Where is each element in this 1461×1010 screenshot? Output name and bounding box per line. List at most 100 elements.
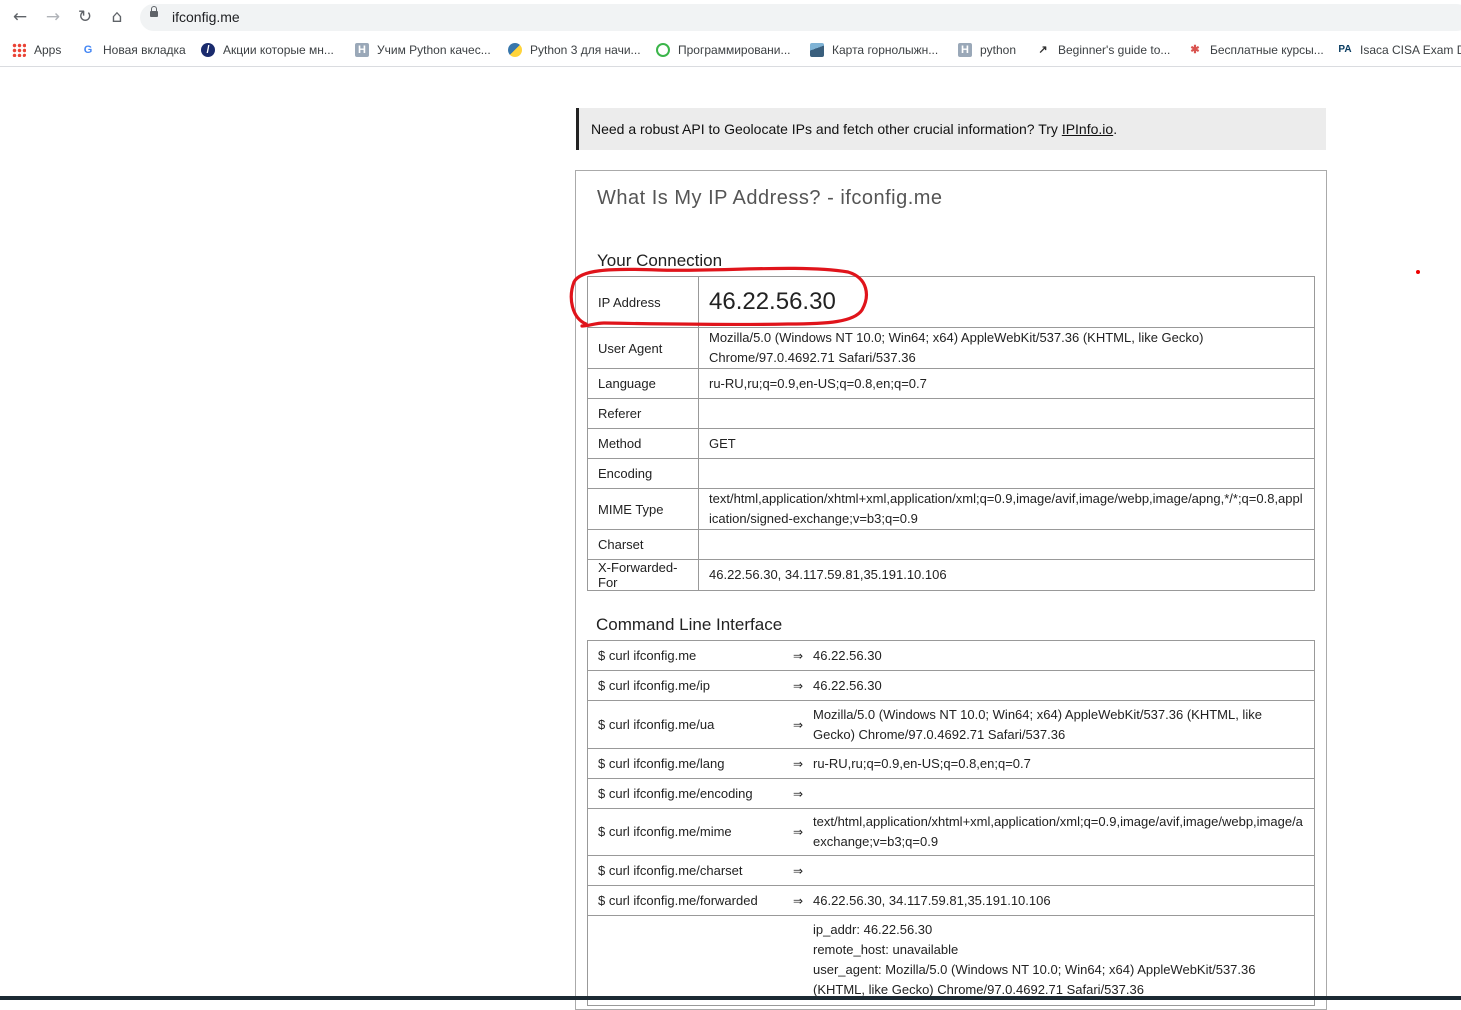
bookmark-new-tab[interactable]: G Новая вкладка xyxy=(81,40,186,60)
arrow-icon: ⇒ xyxy=(793,748,803,779)
arrow-icon: ⇒ xyxy=(793,640,803,671)
ipinfo-link[interactable]: IPInfo.io xyxy=(1062,121,1113,137)
promo-suffix: . xyxy=(1113,121,1118,137)
promo-banner: Need a robust API to Geolocate IPs and f… xyxy=(576,108,1326,150)
address-bar[interactable]: ifconfig.me xyxy=(140,4,1461,31)
cli-title: Command Line Interface xyxy=(596,615,783,634)
bookmark-ski-map[interactable]: Карта горнолыжн... xyxy=(810,40,938,60)
table-row: $ curl ifconfig.me ⇒ 46.22.56.30 xyxy=(587,640,1315,671)
row-key: MIME Type xyxy=(587,488,699,530)
cli-output: 46.22.56.30, 34.117.59.81,35.191.10.106 xyxy=(803,885,1315,916)
cli-command: $ curl ifconfig.me xyxy=(587,640,793,671)
google-icon: G xyxy=(83,44,93,56)
cli-output-line: user_agent: Mozilla/5.0 (Windows NT 10.0… xyxy=(813,962,1256,997)
cli-command: $ curl ifconfig.me/encoding xyxy=(587,778,793,809)
cli-command: $ curl ifconfig.me/mime xyxy=(587,808,793,856)
table-row: Method GET xyxy=(587,428,1315,459)
bookmark-label: Apps xyxy=(34,43,62,57)
cli-output-line: exchange;v=b3;q=0.9 xyxy=(813,834,939,849)
row-value: 46.22.56.30, 34.117.59.81,35.191.10.106 xyxy=(698,559,1315,591)
bookmark-beginners-guide[interactable]: ↗ Beginner's guide to... xyxy=(1036,40,1170,60)
table-row: $ curl ifconfig.me/mime ⇒ text/html,appl… xyxy=(587,808,1315,856)
arrow-icon: ⇒ xyxy=(793,808,803,856)
table-row: User Agent Mozilla/5.0 (Windows NT 10.0;… xyxy=(587,327,1315,369)
table-row: Charset xyxy=(587,529,1315,560)
row-value: GET xyxy=(698,428,1315,459)
promo-message: Need a robust API to Geolocate IPs and f… xyxy=(591,121,1062,137)
bookmark-label: Учим Python качес... xyxy=(377,43,491,57)
back-icon[interactable]: ← xyxy=(9,6,31,28)
arrow-icon: ⇒ xyxy=(793,700,803,749)
bookmark-python[interactable]: H python xyxy=(958,40,1016,60)
bookmark-label: Программировани... xyxy=(678,43,791,57)
row-key: Referer xyxy=(587,398,699,429)
lock-icon xyxy=(150,6,158,17)
promo-text: Need a robust API to Geolocate IPs and f… xyxy=(591,121,1117,137)
bookmark-python3[interactable]: Python 3 для начи... xyxy=(508,40,641,60)
bookmark-label: Python 3 для начи... xyxy=(530,43,641,57)
cli-output: ru-RU,ru;q=0.9,en-US;q=0.8,en;q=0.7 xyxy=(803,748,1315,779)
bookmark-free-courses[interactable]: ✱ Бесплатные курсы... xyxy=(1188,40,1323,60)
row-key: User Agent xyxy=(587,327,699,369)
row-value xyxy=(698,458,1315,489)
cli-output: 46.22.56.30 xyxy=(803,670,1315,701)
table-row: ip_addr: 46.22.56.30 remote_host: unavai… xyxy=(587,915,1315,1006)
spider-icon: ✱ xyxy=(1190,44,1200,56)
table-row: $ curl ifconfig.me/encoding ⇒ xyxy=(587,778,1315,809)
forward-icon[interactable]: → xyxy=(42,6,64,28)
pa-logo-icon: PA xyxy=(1338,44,1352,55)
row-value: text/html,application/xhtml+xml,applicat… xyxy=(698,488,1315,530)
cli-output: Mozilla/5.0 (Windows NT 10.0; Win64; x64… xyxy=(803,700,1315,749)
cli-command: $ curl ifconfig.me/ua xyxy=(587,700,793,749)
table-row: $ curl ifconfig.me/forwarded ⇒ 46.22.56.… xyxy=(587,885,1315,916)
cli-output: text/html,application/xhtml+xml,applicat… xyxy=(803,808,1315,856)
row-value: Mozilla/5.0 (Windows NT 10.0; Win64; x64… xyxy=(698,327,1315,369)
table-row: $ curl ifconfig.me/ip ⇒ 46.22.56.30 xyxy=(587,670,1315,701)
bookmarks-bar: Apps G Новая вкладка / Акции которые мн.… xyxy=(0,34,1461,67)
slash-logo-icon: / xyxy=(201,43,215,57)
reload-icon[interactable]: ↻ xyxy=(74,6,96,28)
arrow-icon: ⇒ xyxy=(793,670,803,701)
cli-output-line: remote_host: unavailable xyxy=(813,942,959,957)
url-text[interactable]: ifconfig.me xyxy=(172,9,240,25)
bookmark-isaca[interactable]: PA Isaca CISA Exam Du xyxy=(1338,40,1461,60)
table-row: X-Forwarded-For 46.22.56.30, 34.117.59.8… xyxy=(587,559,1315,591)
cli-output-line: ip_addr: 46.22.56.30 xyxy=(813,922,933,937)
browser-toolbar: ← → ↻ ⌂ ifconfig.me xyxy=(0,0,1461,34)
table-row: $ curl ifconfig.me/charset ⇒ xyxy=(587,855,1315,886)
page-title: What Is My IP Address? - ifconfig.me xyxy=(597,187,943,209)
red-annotation-ellipse xyxy=(569,266,868,328)
bookmark-label: Акции которые мн... xyxy=(223,43,334,57)
table-row: Language ru-RU,ru;q=0.9,en-US;q=0.8,en;q… xyxy=(587,368,1315,399)
bookmark-label: python xyxy=(980,43,1017,57)
h-logo-icon: H xyxy=(958,43,972,57)
cli-command xyxy=(587,915,793,1006)
cli-output xyxy=(803,778,1315,809)
python-icon xyxy=(508,43,522,57)
arrow-icon: ⇒ xyxy=(793,778,803,809)
table-row: Encoding xyxy=(587,458,1315,489)
table-row: $ curl ifconfig.me/ua ⇒ Mozilla/5.0 (Win… xyxy=(587,700,1315,749)
bookmark-learn-python[interactable]: H Учим Python качес... xyxy=(355,40,491,60)
row-value xyxy=(698,529,1315,560)
row-key: Language xyxy=(587,368,699,399)
bookmark-label: Новая вкладка xyxy=(103,43,186,57)
bookmark-label: Карта горнолыжн... xyxy=(832,43,939,57)
cli-table: $ curl ifconfig.me ⇒ 46.22.56.30 $ curl … xyxy=(587,640,1315,1006)
bookmark-apps[interactable]: Apps xyxy=(12,40,61,60)
arrow-cell xyxy=(793,915,803,1006)
cli-command: $ curl ifconfig.me/ip xyxy=(587,670,793,701)
row-key: Encoding xyxy=(587,458,699,489)
bookmark-label: Isaca CISA Exam Du xyxy=(1360,43,1461,57)
table-row: MIME Type text/html,application/xhtml+xm… xyxy=(587,488,1315,530)
row-value xyxy=(698,398,1315,429)
bookmark-programming[interactable]: Программировани... xyxy=(656,40,791,60)
home-icon[interactable]: ⌂ xyxy=(106,6,128,28)
row-value: ru-RU,ru;q=0.9,en-US;q=0.8,en;q=0.7 xyxy=(698,368,1315,399)
chart-icon: ↗ xyxy=(1038,44,1048,56)
cli-output xyxy=(803,855,1315,886)
bookmark-stocks[interactable]: / Акции которые мн... xyxy=(201,40,334,60)
cli-output-line: text/html,application/xhtml+xml,applicat… xyxy=(813,814,1303,829)
cli-output: 46.22.56.30 xyxy=(803,640,1315,671)
row-key: Method xyxy=(587,428,699,459)
